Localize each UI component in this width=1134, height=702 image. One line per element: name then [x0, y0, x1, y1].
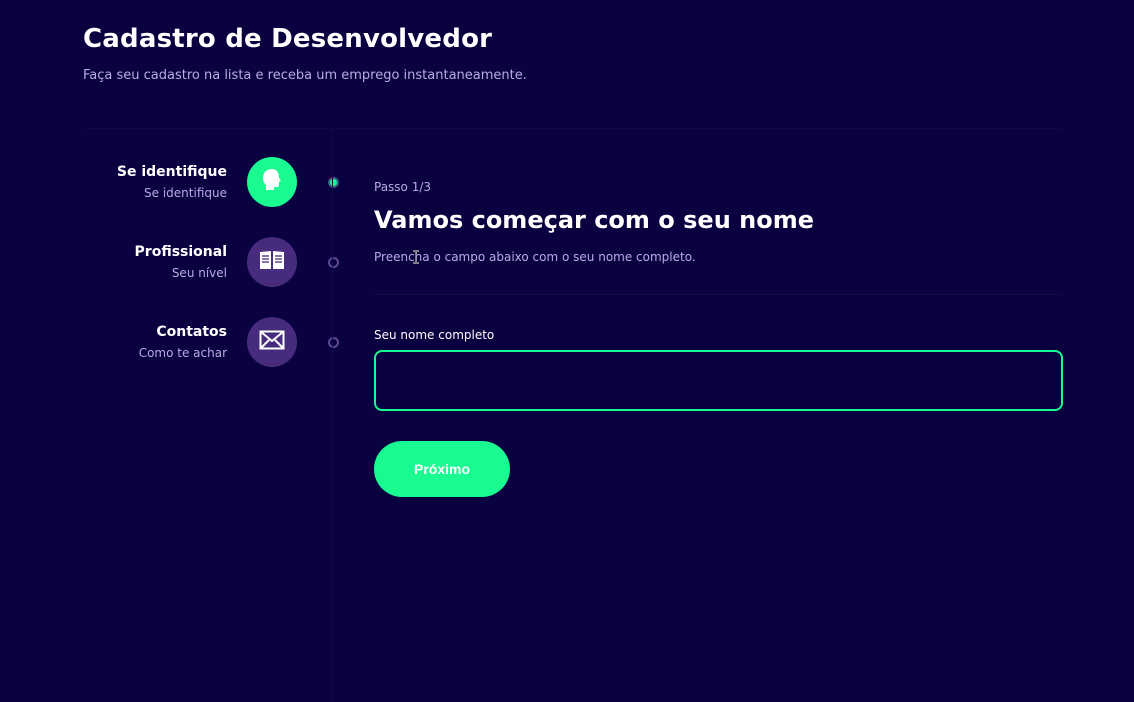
step-subtitle: Se identifique: [144, 186, 227, 200]
page-title: Cadastro de Desenvolvedor: [83, 24, 493, 54]
step-indicator-dot: [328, 337, 339, 348]
next-button[interactable]: Próximo: [374, 441, 510, 497]
step-indicator-dot: [328, 177, 339, 188]
page-subtitle: Faça seu cadastro na lista e receba um e…: [83, 68, 527, 83]
step-indicator-dot: [328, 257, 339, 268]
person-head-icon: [261, 168, 283, 196]
step-title: Contatos: [156, 324, 227, 340]
step-counter: Passo 1/3: [374, 180, 432, 194]
step-sidebar: Se identifique Se identifique Profission…: [83, 128, 339, 702]
step-item-contacts[interactable]: Contatos Como te achar: [83, 317, 345, 367]
step-item-identify[interactable]: Se identifique Se identifique: [83, 157, 345, 207]
page-header: Cadastro de Desenvolvedor Faça seu cadas…: [83, 24, 527, 83]
step-item-professional[interactable]: Profissional Seu nível: [83, 237, 345, 287]
page: Cadastro de Desenvolvedor Faça seu cadas…: [0, 0, 1134, 702]
step-icon-circle: [247, 317, 297, 367]
step-subtitle: Seu nível: [171, 266, 227, 280]
step-title: Se identifique: [116, 164, 227, 180]
step-icon-circle: [247, 157, 297, 207]
full-name-label: Seu nome completo: [374, 328, 495, 342]
form-divider: [374, 294, 1063, 295]
book-icon: [259, 249, 285, 275]
step-title: Profissional: [134, 244, 227, 260]
form-description: Preencha o campo abaixo com o seu nome c…: [374, 250, 696, 264]
full-name-input[interactable]: [374, 350, 1063, 411]
step-icon-circle: [247, 237, 297, 287]
mail-icon: [259, 330, 285, 354]
form-title: Vamos começar com o seu nome: [374, 206, 814, 234]
text-cursor-icon: [412, 249, 420, 264]
step-subtitle: Como te achar: [138, 346, 227, 360]
vertical-divider: [332, 128, 333, 702]
main-layout: Se identifique Se identifique Profission…: [83, 128, 1063, 702]
